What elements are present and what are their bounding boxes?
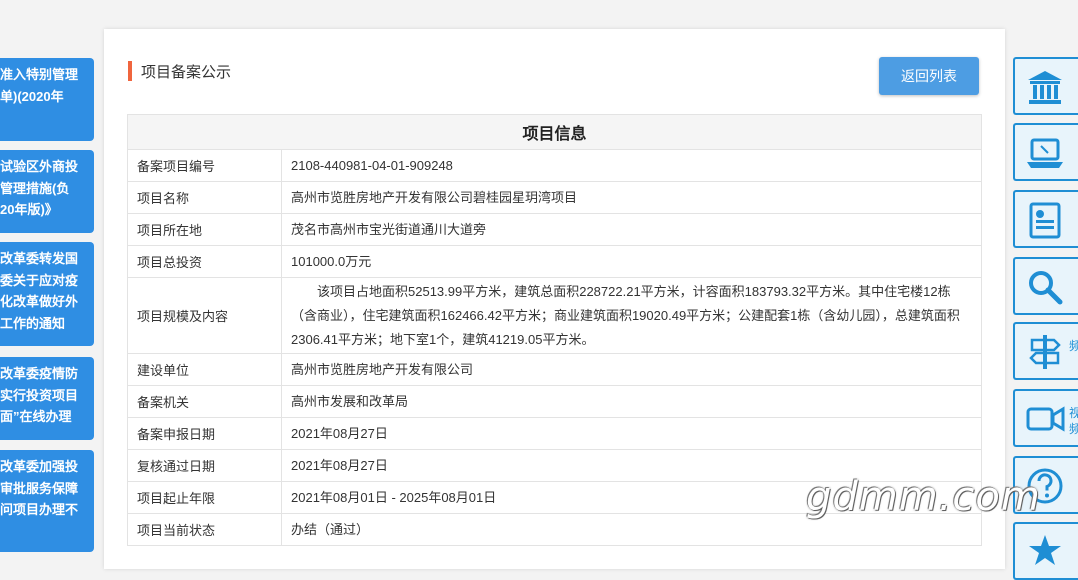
table-row: 备案申报日期 2021年08月27日 (127, 417, 982, 450)
banner-line: 改革委转发国 (0, 251, 79, 266)
row-value: 茂名市高州市宝光街道通川大道旁 (281, 213, 982, 246)
row-label: 建设单位 (127, 353, 282, 386)
row-value: 2108-440981-04-01-909248 (281, 149, 982, 182)
table-row: 备案项目编号 2108-440981-04-01-909248 (127, 149, 982, 182)
sidebar-item-signpost[interactable]: 频 (1013, 322, 1078, 380)
table-row: 项目规模及内容 该项目占地面积52513.99平方米，建筑总面积228722.2… (127, 277, 982, 354)
row-value: 高州市发展和改革局 (281, 385, 982, 418)
row-value: 高州市览胜房地产开发有限公司 (281, 353, 982, 386)
banner-line: 委关于应对疫 (0, 272, 79, 288)
table-header-row: 项目信息 (127, 114, 982, 150)
project-info-table: 项目信息 备案项目编号 2108-440981-04-01-909248 项目名… (127, 114, 982, 546)
banner-line: 管理措施(负 (0, 180, 70, 196)
table-row: 项目当前状态 办结（通过） (127, 513, 982, 546)
banner-line: 面”在线办理 (0, 409, 72, 424)
table-row: 项目起止年限 2021年08月01日 - 2025年08月01日 (127, 481, 982, 514)
table-row: 项目总投资 101000.0万元 (127, 245, 982, 278)
banner-line: 实行投资项目 (0, 387, 79, 403)
banner-line: 审批服务保障 (0, 480, 79, 496)
building-icon (1028, 71, 1062, 104)
row-label: 项目所在地 (127, 213, 282, 246)
row-label: 项目名称 (127, 181, 282, 214)
table-row: 建设单位 高州市览胜房地产开发有限公司 (127, 353, 982, 386)
row-value: 101000.0万元 (281, 245, 982, 278)
banner-line: 问项目办理不 (0, 502, 79, 517)
row-label: 备案项目编号 (127, 149, 282, 182)
sidebar-item-laptop[interactable] (1013, 123, 1078, 181)
laptop-icon (1027, 138, 1063, 168)
row-label: 备案机关 (127, 385, 282, 418)
row-value: 高州市览胜房地产开发有限公司碧桂园星玥湾项目 (281, 181, 982, 214)
back-to-list-button[interactable]: 返回列表 (879, 57, 979, 95)
row-label: 项目当前状态 (127, 513, 282, 546)
banner-line: 化改革做好外 (0, 294, 79, 309)
row-value: 2021年08月01日 - 2025年08月01日 (281, 481, 982, 514)
star-badge-icon (1029, 535, 1061, 565)
sidebar-side-text: 频 (1069, 338, 1078, 354)
banner-line: 20年版)》 (0, 202, 58, 217)
row-label: 项目起止年限 (127, 481, 282, 514)
row-label: 项目总投资 (127, 245, 282, 278)
table-header: 项目信息 (127, 114, 982, 150)
signpost-icon (1029, 335, 1061, 369)
row-value: 办结（通过） (281, 513, 982, 546)
left-banner-4[interactable]: 改革委疫情防 实行投资项目 面”在线办理 (0, 357, 94, 440)
banner-line: 单)(2020年 (0, 88, 64, 104)
row-label: 复核通过日期 (127, 449, 282, 482)
scale-description: 该项目占地面积52513.99平方米，建筑总面积228722.21平方米，计容面… (291, 283, 960, 347)
table-row: 项目名称 高州市览胜房地产开发有限公司碧桂园星玥湾项目 (127, 181, 982, 214)
row-label: 备案申报日期 (127, 417, 282, 450)
question-icon (1027, 468, 1063, 504)
banner-line: 准入特别管理 (0, 67, 79, 82)
sidebar-item-badge[interactable] (1013, 522, 1078, 580)
right-sidebar: 频 视频 (1013, 0, 1078, 580)
search-icon (1029, 271, 1063, 305)
left-banner-5[interactable]: 改革委加强投 审批服务保障 问项目办理不 (0, 450, 94, 552)
row-label: 项目规模及内容 (127, 277, 282, 354)
left-banner-1[interactable]: 准入特别管理 单)(2020年 (0, 58, 94, 141)
sidebar-item-help[interactable] (1013, 456, 1078, 514)
sidebar-side-text: 视频 (1069, 405, 1078, 437)
sidebar-item-building[interactable] (1013, 57, 1078, 115)
left-banner-3[interactable]: 改革委转发国 委关于应对疫 化改革做好外 工作的通知 (0, 242, 94, 346)
row-value: 该项目占地面积52513.99平方米，建筑总面积228722.21平方米，计容面… (281, 277, 982, 354)
video-camera-icon (1026, 406, 1065, 432)
document-icon (1029, 202, 1061, 239)
panel-heading: 项目备案公示 (128, 60, 231, 82)
title-accent-bar (128, 61, 132, 81)
row-value: 2021年08月27日 (281, 417, 982, 450)
banner-line: 工作的通知 (0, 315, 66, 331)
page-title: 项目备案公示 (141, 63, 232, 81)
row-value: 2021年08月27日 (281, 449, 982, 482)
table-row: 复核通过日期 2021年08月27日 (127, 449, 982, 482)
table-row: 项目所在地 茂名市高州市宝光街道通川大道旁 (127, 213, 982, 246)
sidebar-item-document[interactable] (1013, 190, 1078, 248)
banner-line: 试验区外商投 (0, 159, 79, 174)
left-banner-2[interactable]: 试验区外商投 管理措施(负 20年版)》 (0, 150, 94, 233)
banner-line: 改革委疫情防 (0, 366, 79, 381)
project-info-panel: 项目备案公示 返回列表 项目信息 备案项目编号 2108-440981-04-0… (104, 29, 1005, 569)
banner-line: 改革委加强投 (0, 459, 79, 474)
sidebar-item-search[interactable] (1013, 257, 1078, 315)
sidebar-item-video[interactable]: 视频 (1013, 389, 1078, 447)
table-row: 备案机关 高州市发展和改革局 (127, 385, 982, 418)
